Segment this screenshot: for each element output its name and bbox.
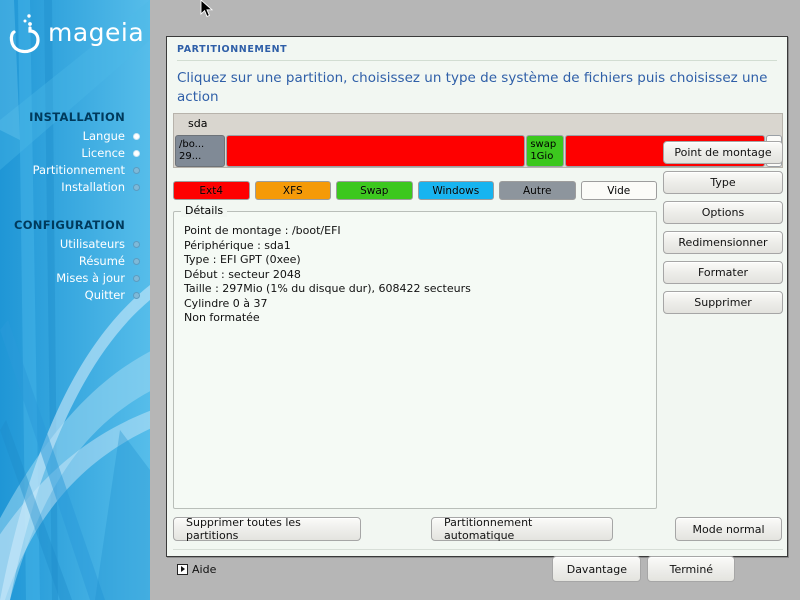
logo-wordmark: mageia [48,18,145,47]
help-label: Aide [192,562,217,576]
sidebar-item-label: Résumé [78,254,125,268]
sidebar-item-licence[interactable]: Licence [0,145,150,162]
detail-line-device: Périphérique : sda1 [184,238,291,252]
detail-line-cylinder: Cylindre 0 à 37 [184,296,268,310]
nav-heading-configuration: CONFIGURATION [13,218,125,232]
normal-mode-button[interactable]: Mode normal [675,517,782,541]
help-link[interactable]: Aide [177,563,216,576]
step-status-dot [133,292,140,299]
legend-button-autre[interactable]: Autre [499,181,576,200]
step-status-dot [133,241,140,248]
step-status-dot [133,150,140,157]
step-status-dot [133,258,140,265]
sidebar-item-label: Utilisateurs [59,237,125,251]
sidebar-item-mises-a-jour[interactable]: Mises à jour [0,270,150,287]
legend-label: Swap [360,184,389,197]
delete-button[interactable]: Supprimer [663,291,783,314]
partitioning-dialog: PARTITIONNEMENT Cliquez sur une partitio… [166,36,788,582]
filesystem-legend: Ext4 XFS Swap Windows Autre Vide [173,181,657,200]
installer-screen: mageia INSTALLATION Langue Licence Parti… [0,0,800,600]
sidebar-item-label: Langue [82,129,125,143]
partition-action-buttons: Point de montage Type Options Redimensio… [663,141,783,321]
expander-triangle-icon [177,563,188,575]
resize-button[interactable]: Redimensionner [663,231,783,254]
legend-button-swap[interactable]: Swap [336,181,413,200]
partition-label-line2: 29... [179,150,202,162]
detail-line-type: Type : EFI GPT (0xee) [184,253,301,266]
legend-button-windows[interactable]: Windows [417,181,494,200]
detail-line-start: Début : secteur 2048 [184,267,301,281]
partition-label-line1: /bo... [179,139,205,150]
nav-heading-installation: INSTALLATION [29,110,125,124]
sidebar-item-quitter[interactable]: Quitter [0,287,150,304]
legend-label: XFS [282,184,303,197]
auto-partition-button[interactable]: Partitionnement automatique [431,516,613,542]
mount-point-button[interactable]: Point de montage [663,141,783,164]
more-button[interactable]: Davantage [552,556,642,582]
delete-all-partitions-button[interactable]: Supprimer toutes les partitions [173,516,361,542]
sidebar-item-installation[interactable]: Installation [0,179,150,196]
legend-label: Vide [607,184,631,197]
legend-label: Ext4 [199,184,224,197]
sidebar-item-label: Installation [61,180,125,194]
format-button[interactable]: Formater [663,261,783,284]
details-panel-legend: Détails [181,204,228,217]
partition-segment-sda2[interactable] [225,135,526,167]
options-button[interactable]: Options [663,201,783,224]
details-text: Point de montage : /boot/EFI Périphériqu… [174,212,656,326]
installer-steps-nav: INSTALLATION Langue Licence Partitionnem… [0,110,150,304]
step-status-dot [133,133,140,140]
done-button[interactable]: Terminé [647,556,736,582]
detail-line-format-state: Non formatée [184,311,260,324]
sidebar-item-label: Quitter [84,288,125,302]
step-status-dot [133,275,140,282]
sidebar-item-partitionnement[interactable]: Partitionnement [0,162,150,179]
disk-name-label: sda [188,117,208,130]
sidebar-item-label: Mises à jour [56,271,125,285]
details-panel: Détails Point de montage : /boot/EFI Pér… [173,204,657,509]
mouse-cursor [200,0,214,17]
sidebar-item-resume[interactable]: Résumé [0,253,150,270]
legend-label: Autre [522,184,552,197]
installer-sidebar: mageia INSTALLATION Langue Licence Parti… [0,0,150,600]
legend-label: Windows [432,184,480,197]
partition-segment-sda1[interactable]: /bo... 29... [175,135,225,167]
step-status-dot [133,167,140,174]
bottom-divider [173,549,783,550]
detail-line-size: Taille : 297Mio (1% du disque dur), 6084… [184,282,471,295]
detail-line-mount-point: Point de montage : /boot/EFI [184,224,341,237]
sidebar-item-label: Partitionnement [32,163,125,177]
sidebar-item-label: Licence [81,146,125,160]
mageia-logo: mageia [8,12,148,58]
step-status-dot [133,184,140,191]
bottom-action-row: Supprimer toutes les partitions Partitio… [173,516,783,542]
dialog-footer: Aide Davantage Terminé [173,556,783,582]
legend-button-ext4[interactable]: Ext4 [173,181,250,200]
partition-segment-swap[interactable]: swap 1Gio [526,135,565,167]
partition-label-line1: swap [530,139,557,150]
type-button[interactable]: Type [663,171,783,194]
legend-button-xfs[interactable]: XFS [254,181,331,200]
mageia-cauldron-icon [9,14,40,54]
legend-button-vide[interactable]: Vide [580,181,657,200]
sidebar-item-langue[interactable]: Langue [0,128,150,145]
sidebar-item-utilisateurs[interactable]: Utilisateurs [0,236,150,253]
partition-label-line2: 1Gio [530,150,554,162]
instruction-text: Cliquez sur une partition, choisissez un… [177,70,768,105]
dialog-title: PARTITIONNEMENT [177,44,288,55]
